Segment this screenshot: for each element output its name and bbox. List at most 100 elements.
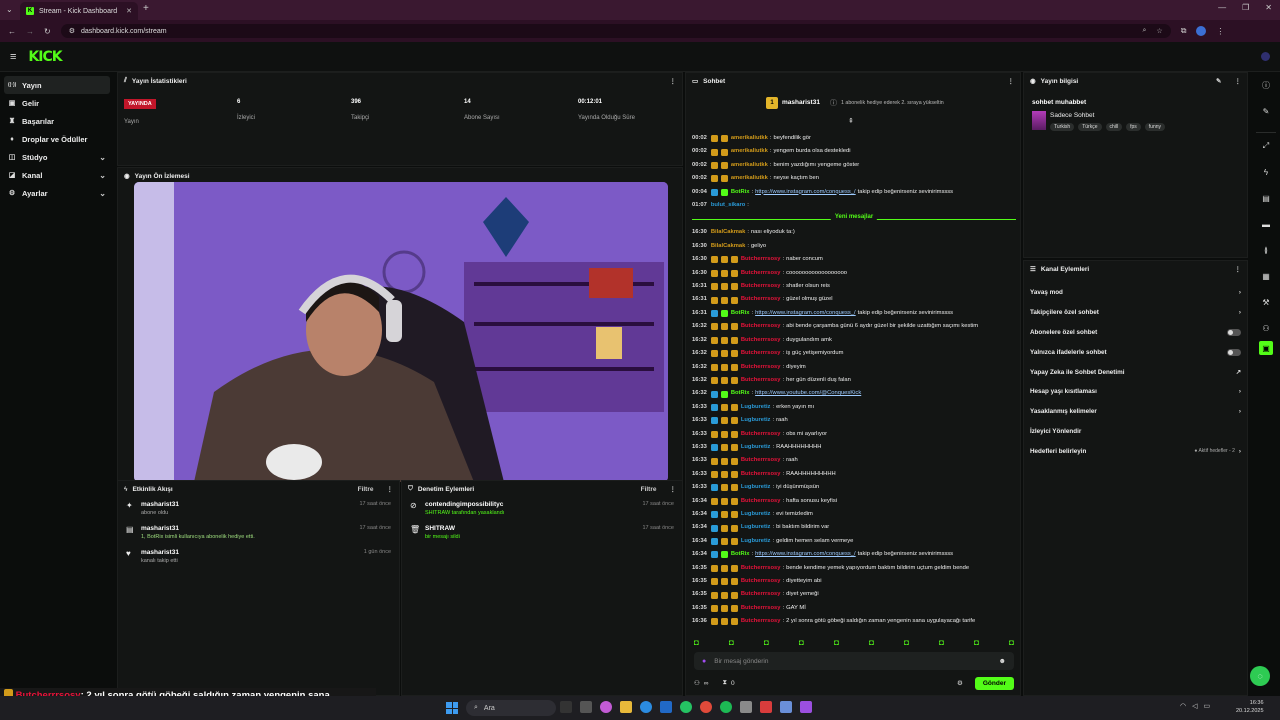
menu-dots-icon[interactable]: ⋮ xyxy=(1216,27,1224,36)
app-icon[interactable] xyxy=(660,701,672,713)
message-user[interactable]: BotRix xyxy=(731,186,750,199)
users-icon[interactable]: ⚇ xyxy=(1259,321,1273,335)
bookmark-star-icon[interactable]: ☆ xyxy=(1156,27,1162,35)
message-user[interactable]: Lugburetiz xyxy=(741,414,771,427)
message-user[interactable]: Lugburetiz xyxy=(741,441,771,454)
sidebar-item-3[interactable]: ♦ Droplar ve Ödüller xyxy=(4,130,110,148)
message-user[interactable]: Lugburetiz xyxy=(741,508,771,521)
scroll-up-icon[interactable]: ⇞ xyxy=(848,117,854,125)
emote-icon[interactable]: ◘ xyxy=(729,638,734,647)
chat-input[interactable]: ● Bir mesaj gönderin ☻ xyxy=(694,652,1014,670)
zoom-icon[interactable]: ⌕ xyxy=(1143,27,1147,35)
channel-action-row[interactable]: Hesap yaşı kısıtlaması › xyxy=(1024,382,1247,402)
message-user[interactable]: Butcherrrsosy xyxy=(741,468,781,481)
maximize-icon[interactable]: ❐ xyxy=(1242,3,1249,12)
activity-filter-button[interactable]: Filtre xyxy=(358,486,374,493)
close-tab-icon[interactable]: ✕ xyxy=(126,7,132,15)
app-icon[interactable] xyxy=(580,701,592,713)
help-chat-button[interactable]: ◌ xyxy=(1250,666,1270,686)
external-link-icon[interactable]: ↗ xyxy=(1236,369,1241,376)
message-user[interactable]: Lugburetiz xyxy=(741,481,771,494)
stream-video[interactable] xyxy=(134,182,668,482)
message-user[interactable]: Butcherrrsosy xyxy=(741,293,781,306)
more-icon[interactable]: ⋮ xyxy=(387,485,394,493)
lightning-icon[interactable]: ϟ xyxy=(1259,165,1273,179)
app-icon[interactable] xyxy=(600,701,612,713)
emote-icon[interactable]: ◘ xyxy=(834,638,839,647)
sidebar-item-6[interactable]: ⚙ Ayarlar ⌄ xyxy=(4,184,110,202)
toggle-switch[interactable] xyxy=(1227,348,1241,356)
sidebar-item-2[interactable]: ♜ Başarılar xyxy=(4,112,110,130)
document-icon[interactable]: ▤ xyxy=(1259,191,1273,205)
more-icon[interactable]: ⋮ xyxy=(1235,265,1242,273)
chrome-icon[interactable] xyxy=(700,701,712,713)
gift-banner[interactable]: 1 masharist31 ⓘ 1 abonelik hediye ederek… xyxy=(766,97,944,109)
channel-action-row[interactable]: Abonelere özel sohbet xyxy=(1024,323,1247,343)
kick-logo[interactable]: KICK xyxy=(28,49,62,65)
message-user[interactable]: BotRix xyxy=(731,548,750,561)
message-user[interactable]: Butcherrrsosy xyxy=(741,562,781,575)
emote-icon[interactable]: ◘ xyxy=(939,638,944,647)
forward-icon[interactable]: → xyxy=(26,27,34,36)
start-button[interactable] xyxy=(446,702,458,714)
emote-icon[interactable]: ◘ xyxy=(764,638,769,647)
tag-chip[interactable]: Turkish xyxy=(1050,123,1075,131)
wrench-icon[interactable]: ⚒ xyxy=(1259,295,1273,309)
site-info-icon[interactable]: ⚙ xyxy=(69,27,75,35)
more-icon[interactable]: ⋮ xyxy=(670,77,677,85)
extensions-icon[interactable]: ⧉ xyxy=(1181,26,1187,36)
message-link[interactable]: https://www.instagram.com/conquess_/ xyxy=(755,307,856,320)
system-tray[interactable]: ◠ ◁ ▭ xyxy=(1180,702,1210,710)
message-user[interactable]: Butcherrrsosy xyxy=(741,347,781,360)
channel-action-row[interactable]: Yalnızca ifadelerle sohbet xyxy=(1024,342,1247,362)
chat-settings-icon[interactable]: ⚙ xyxy=(957,679,963,687)
item-user[interactable]: SHITRAW xyxy=(425,525,460,532)
message-user[interactable]: amerikaliutkk xyxy=(731,145,768,158)
message-user[interactable]: Butcherrrsosy xyxy=(741,575,781,588)
message-user[interactable]: BilalCakmak xyxy=(711,240,745,253)
more-icon[interactable]: ⋮ xyxy=(1235,77,1242,85)
tab-list-icon[interactable]: ⌄ xyxy=(6,5,13,14)
clock[interactable]: 16:36 20.12.2025 xyxy=(1236,699,1264,715)
message-user[interactable]: Butcherrrsosy xyxy=(741,320,781,333)
edit-icon[interactable]: ✎ xyxy=(1216,77,1221,85)
tag-chip[interactable]: Türkçe xyxy=(1078,123,1102,131)
more-icon[interactable]: ⋮ xyxy=(670,485,677,493)
back-icon[interactable]: ← xyxy=(8,27,16,36)
close-window-icon[interactable]: ✕ xyxy=(1265,3,1272,12)
browser-tab[interactable]: K Stream - Kick Dashboard ✕ xyxy=(20,2,138,20)
tag-chip[interactable]: chill xyxy=(1105,123,1123,131)
spotify-icon[interactable] xyxy=(720,701,732,713)
message-user[interactable]: amerikaliutkk xyxy=(731,159,768,172)
message-user[interactable]: Butcherrrsosy xyxy=(741,615,781,628)
message-user[interactable]: Butcherrrsosy xyxy=(741,495,781,508)
item-user[interactable]: masharist31 xyxy=(141,525,255,532)
emote-icon[interactable]: ◘ xyxy=(694,638,699,647)
message-user[interactable]: Butcherrrsosy xyxy=(741,334,781,347)
message-user[interactable]: Lugburetiz xyxy=(741,521,771,534)
message-link[interactable]: https://www.youtube.com/@ConquesKick xyxy=(755,387,861,400)
message-user[interactable]: amerikaliutkk xyxy=(731,172,768,185)
reload-icon[interactable]: ↻ xyxy=(44,27,51,36)
whatsapp-icon[interactable] xyxy=(680,701,692,713)
message-user[interactable]: Lugburetiz xyxy=(741,401,771,414)
message-user[interactable]: bulut_sikaro xyxy=(711,199,745,212)
channel-action-row[interactable]: Yapay Zeka ile Sohbet Denetimi ↗ xyxy=(1024,362,1247,382)
channel-action-row[interactable]: Hedefleri belirleyin ● Aktif hedefler - 2… xyxy=(1024,441,1247,461)
list-icon[interactable]: ▦ xyxy=(1259,269,1273,283)
message-user[interactable]: Butcherrrsosy xyxy=(741,267,781,280)
notification-icon[interactable] xyxy=(1261,52,1270,61)
audio-icon[interactable]: ≬ xyxy=(1259,243,1273,257)
minimize-icon[interactable]: — xyxy=(1218,3,1226,12)
message-user[interactable]: Butcherrrsosy xyxy=(741,374,781,387)
app-icon[interactable] xyxy=(760,701,772,713)
mic-icon[interactable]: ● xyxy=(702,658,706,665)
pen-icon[interactable]: ✎ xyxy=(1259,104,1273,118)
chat-bubble-icon[interactable]: ▬ xyxy=(1259,217,1273,231)
sidebar-item-0[interactable]: ((·)) Yayın xyxy=(4,76,110,94)
profile-avatar[interactable] xyxy=(1196,26,1207,36)
message-user[interactable]: Butcherrrsosy xyxy=(741,361,781,374)
toggle-switch[interactable] xyxy=(1227,328,1241,336)
info-icon[interactable]: ⓘ xyxy=(1259,78,1273,92)
send-button[interactable]: Gönder xyxy=(974,676,1014,690)
